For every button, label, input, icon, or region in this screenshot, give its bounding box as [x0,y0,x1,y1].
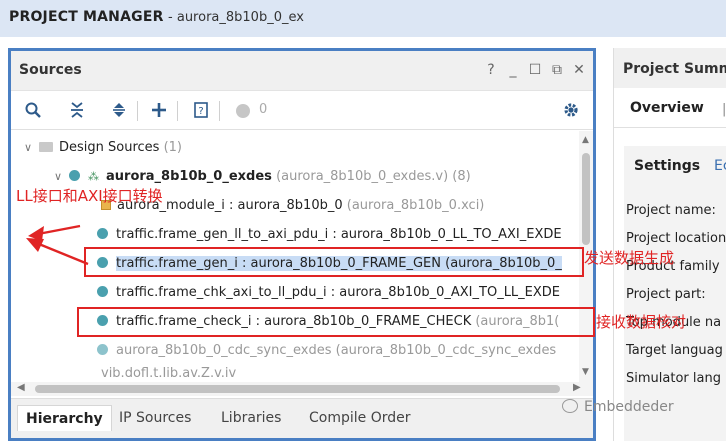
project-manager-title: PROJECT MANAGER - aurora_8b10b_0_ex [9,9,304,25]
wechat-icon [562,399,578,413]
sources-tabs: Hierarchy IP Sources Libraries Compile O… [11,398,593,438]
simulator-language-label: Simulator lang [626,371,721,386]
project-summary-tabs: Overview | [614,88,726,128]
annotation-ll-axi: LL接口和AXI接口转换 [16,187,163,205]
project-name: - aurora_8b10b_0_ex [168,10,304,25]
watermark: Embeddeder [562,399,674,415]
problem-count: 0 [259,102,268,117]
toolbar-divider [137,101,138,121]
sources-panel: Sources ? _ ☐ ⧉ ✕ ? 0 ∨ Design Sources (… [8,48,596,441]
chevron-down-icon[interactable]: ∨ [21,135,35,161]
problem-status-icon [236,104,250,118]
tab-separator: | [722,102,726,117]
collapse-all-icon[interactable] [67,101,87,121]
search-icon[interactable] [23,101,43,121]
close-icon[interactable]: ✕ [571,62,587,78]
settings-heading: Settings [634,158,701,174]
watermark-text: Embeddeder [584,399,674,415]
add-sources-icon[interactable] [149,101,169,121]
sources-header: Sources ? _ ☐ ⧉ ✕ [11,51,593,91]
tree-row-name: traffic.frame_gen_ll_to_axi_pdu_i : auro… [116,227,562,242]
annotation-recv-check: 接收数据核对 [596,313,687,331]
scroll-left-icon[interactable]: ◀ [17,382,25,393]
gear-icon[interactable] [561,101,581,121]
float-icon[interactable]: ⧉ [549,62,565,78]
tab-libraries[interactable]: Libraries [213,405,289,431]
tree-row[interactable]: traffic.frame_chk_axi_to_ll_pdu_i : auro… [97,280,560,306]
project-manager-label: PROJECT MANAGER [9,9,164,25]
tree-row-name: traffic.frame_chk_axi_to_ll_pdu_i : auro… [116,285,561,300]
annotation-send-gen: 发送数据生成 [584,249,675,267]
horizontal-scroll-thumb[interactable] [35,385,560,393]
project-location-label: Project location [626,231,726,246]
svg-text:?: ? [198,106,203,117]
tree-row-file: (aurora_8b10b_0.xci) [346,198,485,213]
tree-row-name: vib.dofl.t.Iib.av.Z.v.iv [101,366,237,381]
tab-hierarchy[interactable]: Hierarchy [17,405,112,431]
properties-icon[interactable]: ? [191,101,211,121]
tree-row[interactable]: vib.dofl.t.Iib.av.Z.v.iv [101,366,236,382]
help-icon[interactable]: ? [483,62,499,78]
annotation-box-frame-gen [84,247,584,277]
top-module-count: (8) [452,169,471,184]
project-summary-header: Project Summa [614,48,726,88]
tree-row-name: aurora_8b10b_0_cdc_sync_exdes (aurora_8b… [116,343,557,358]
tab-compile-order[interactable]: Compile Order [301,405,419,431]
project-summary-panel: Project Summa Overview | Settings Ec Pro… [613,48,726,441]
tab-ip-sources[interactable]: IP Sources [111,405,199,431]
folder-icon [39,142,53,152]
module-icon [97,286,108,297]
target-language-label: Target languag [626,343,723,358]
scroll-up-icon[interactable]: ▲ [582,135,589,145]
restore-icon[interactable]: ☐ [527,62,543,78]
annotation-box-frame-check [77,307,595,337]
module-icon [97,228,108,239]
minimize-icon[interactable]: _ [505,62,521,78]
project-name-label: Project name: [626,203,716,218]
scroll-down-icon[interactable]: ▼ [582,367,589,377]
toolbar-divider [219,101,220,121]
module-icon [97,344,108,355]
toolbar-divider [177,101,178,121]
tree-row[interactable]: aurora_8b10b_0_cdc_sync_exdes (aurora_8b… [97,338,556,364]
tab-overview[interactable]: Overview [630,100,704,116]
project-manager-bar: PROJECT MANAGER - aurora_8b10b_0_ex [0,0,726,37]
module-icon [69,170,80,181]
scroll-right-icon[interactable]: ▶ [573,382,581,393]
horizontal-scrollbar[interactable]: ◀ ▶ [11,382,593,396]
expand-all-icon[interactable] [109,101,129,121]
design-sources-label: Design Sources [59,140,160,155]
design-sources-count: (1) [163,140,183,155]
project-summary-title: Project Summa [623,61,726,77]
top-module-file: (aurora_8b10b_0_exdes.v) [276,169,449,184]
tree-design-sources[interactable]: ∨ Design Sources (1) [21,135,182,161]
edit-link[interactable]: Ec [714,158,726,174]
vertical-scroll-thumb[interactable] [582,153,590,245]
project-part-label: Project part: [626,287,706,302]
tree-row[interactable]: traffic.frame_gen_ll_to_axi_pdu_i : auro… [97,222,562,248]
sources-title: Sources [19,62,82,78]
top-module-name: aurora_8b10b_0_exdes [106,169,272,184]
sources-toolbar: ? 0 [11,92,593,130]
